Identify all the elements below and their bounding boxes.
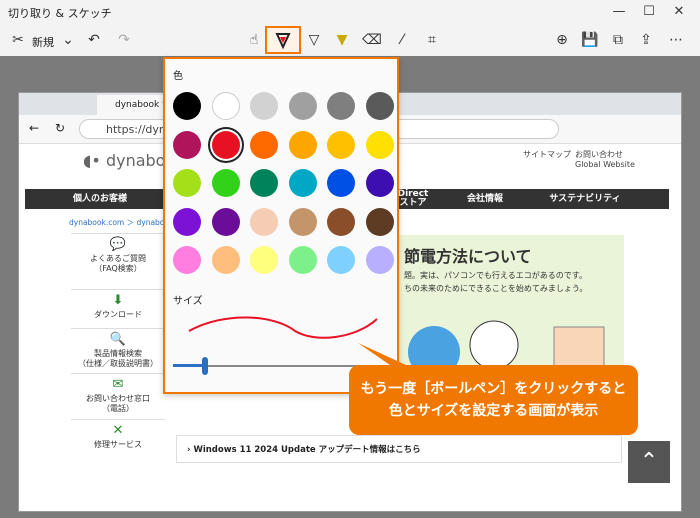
toolbar: ✂ 新規 ⌄ ↶ ↷ ☝ ▽ ▼ ⌫ ⁄ ⌗ ⊕ 💾 ⧉ ⇪ ⋯ bbox=[0, 24, 700, 57]
faq-icon: 💬 bbox=[109, 237, 127, 252]
color-swatch[interactable] bbox=[365, 92, 394, 120]
nav-personal: 個人のお客様 bbox=[72, 194, 127, 204]
touch-writing-icon[interactable]: ☝ bbox=[242, 29, 266, 51]
color-swatch[interactable] bbox=[173, 130, 201, 159]
color-swatch[interactable] bbox=[211, 169, 240, 197]
color-swatch[interactable] bbox=[327, 92, 355, 120]
color-label: 色 bbox=[173, 71, 183, 82]
chevron-down-icon[interactable]: ⌄ bbox=[56, 29, 80, 51]
color-swatch[interactable] bbox=[365, 207, 394, 236]
color-swatch[interactable] bbox=[288, 92, 317, 120]
header-link-global: Global Website bbox=[575, 160, 635, 169]
size-label: サイズ bbox=[173, 296, 203, 307]
color-swatch[interactable] bbox=[327, 246, 355, 274]
color-swatch[interactable] bbox=[250, 92, 278, 120]
color-swatch[interactable] bbox=[173, 169, 201, 197]
pencil-icon[interactable]: ▽ bbox=[302, 29, 326, 51]
callout: もう一度［ボールペン］をクリックすると 色とサイズを設定する画面が表示 bbox=[349, 365, 638, 435]
color-swatch[interactable] bbox=[211, 92, 240, 120]
color-swatch[interactable] bbox=[327, 207, 355, 236]
update-notice: › Windows 11 2024 Update アップデート情報はこちら bbox=[176, 435, 622, 463]
ruler-icon[interactable]: ⁄ bbox=[390, 29, 414, 51]
close-button[interactable]: ✕ bbox=[664, 2, 694, 22]
color-swatch[interactable] bbox=[288, 207, 317, 236]
undo-icon[interactable]: ↶ bbox=[82, 29, 106, 51]
callout-line-2: 色とサイズを設定する画面が表示 bbox=[388, 403, 599, 419]
color-swatch[interactable] bbox=[250, 130, 278, 159]
new-snip-icon[interactable]: ✂ bbox=[6, 29, 30, 51]
nav-sustainability: サステナビリティ bbox=[549, 194, 621, 204]
sidebar-item-label: お問い合わせ窓口 （電話） bbox=[86, 394, 150, 413]
new-button-label[interactable]: 新規 bbox=[32, 34, 54, 50]
more-icon[interactable]: ⋯ bbox=[664, 29, 688, 51]
color-swatch[interactable] bbox=[288, 130, 317, 159]
color-swatch[interactable] bbox=[365, 130, 394, 159]
ballpoint-pen-icon bbox=[275, 33, 291, 50]
refresh-icon: ↻ bbox=[55, 121, 66, 135]
back-icon: ← bbox=[29, 121, 40, 135]
sidebar-item-faq: 💬 よくあるご質問 （FAQ検索） bbox=[71, 233, 165, 290]
size-slider-fill bbox=[173, 364, 206, 367]
color-swatch[interactable] bbox=[327, 169, 355, 197]
sidebar-item-repair: ✕ 修理サービス bbox=[71, 419, 165, 476]
download-icon: ⬇ bbox=[112, 293, 124, 308]
window-title: 切り取り & スケッチ bbox=[8, 7, 112, 20]
tools-icon: ✕ bbox=[112, 423, 124, 438]
copy-icon[interactable]: ⧉ bbox=[606, 29, 630, 51]
title-bar: 切り取り & スケッチ — ☐ ✕ bbox=[0, 0, 700, 24]
banner-title: 節電方法について bbox=[404, 247, 532, 266]
save-icon[interactable]: 💾 bbox=[578, 29, 602, 51]
color-swatch[interactable] bbox=[173, 92, 201, 120]
sidebar-item-label: 製品情報検索 （仕様／取扱説明書） bbox=[78, 349, 158, 368]
update-notice-text: Windows 11 2024 Update アップデート情報はこちら bbox=[193, 445, 421, 455]
eraser-icon[interactable]: ⌫ bbox=[360, 29, 384, 51]
nav-company: 会社情報 bbox=[466, 194, 503, 204]
color-swatch[interactable] bbox=[365, 169, 394, 197]
scroll-to-top-button[interactable]: ⌃ bbox=[628, 441, 670, 483]
nav-direct-store: Direct ストア bbox=[397, 189, 429, 208]
color-swatch[interactable] bbox=[250, 207, 278, 236]
color-swatch[interactable] bbox=[173, 246, 201, 274]
color-swatch[interactable] bbox=[173, 207, 201, 236]
redo-icon[interactable]: ↷ bbox=[112, 29, 136, 51]
color-swatch[interactable] bbox=[211, 207, 240, 236]
color-swatch[interactable] bbox=[211, 246, 240, 274]
color-swatch[interactable] bbox=[250, 169, 278, 197]
header-link-contact: お問い合わせ bbox=[575, 150, 623, 159]
color-swatch[interactable] bbox=[250, 246, 278, 274]
header-link-sitemap: サイトマップ bbox=[523, 150, 571, 159]
sidebar-item-label: ダウンロード bbox=[94, 310, 142, 319]
callout-line-1: もう一度［ボールペン］をクリックすると bbox=[360, 381, 627, 397]
minimize-button[interactable]: — bbox=[604, 2, 634, 22]
maximize-button[interactable]: ☐ bbox=[634, 2, 664, 22]
color-swatch[interactable] bbox=[288, 246, 317, 274]
color-swatch[interactable] bbox=[288, 169, 317, 197]
ballpoint-pen-button[interactable] bbox=[265, 26, 301, 54]
search-icon: 🔍 bbox=[109, 332, 127, 347]
size-slider-thumb[interactable] bbox=[202, 357, 209, 375]
sidebar-item-label: よくあるご質問 （FAQ検索） bbox=[90, 254, 146, 273]
highlighter-icon[interactable]: ▼ bbox=[330, 29, 354, 51]
color-swatch[interactable] bbox=[365, 246, 394, 274]
color-swatch[interactable] bbox=[327, 130, 355, 159]
share-icon[interactable]: ⇪ bbox=[634, 29, 658, 51]
mail-icon: ✉ bbox=[112, 377, 124, 392]
sidebar-item-label: 修理サービス bbox=[94, 440, 142, 449]
color-swatch[interactable] bbox=[211, 130, 240, 159]
zoom-icon[interactable]: ⊕ bbox=[550, 29, 574, 51]
crop-icon[interactable]: ⌗ bbox=[420, 29, 444, 51]
banner-body: 題。実は、パソコンでも行えるエコがあるのです。 ちの未来のためにできることを始め… bbox=[404, 271, 588, 293]
